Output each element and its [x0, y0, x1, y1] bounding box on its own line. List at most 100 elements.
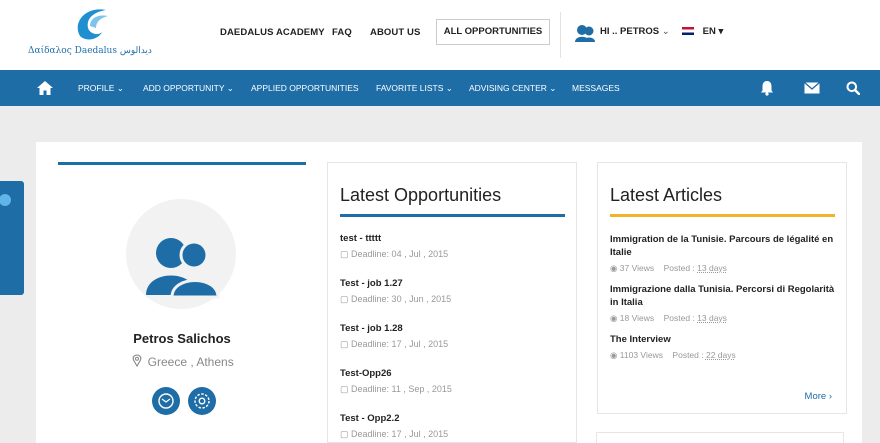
latest-opportunities-title: Latest Opportunities [340, 185, 502, 205]
message-icon [158, 393, 174, 409]
all-opportunities-button[interactable]: ALL OPPORTUNITIES [436, 19, 550, 45]
logo-icon [77, 9, 108, 40]
calendar-icon: ▢ [340, 294, 349, 304]
list-item[interactable]: Test-Opp26 ▢ Deadline: 11 , Sep , 2015 [340, 368, 570, 413]
nav-add-opportunity-label: ADD OPPORTUNITY [143, 83, 225, 93]
calendar-icon: ▢ [340, 249, 349, 259]
posted-label: Posted : [663, 313, 695, 323]
list-item[interactable]: Test - job 1.27 ▢ Deadline: 30 , Jun , 2… [340, 278, 570, 323]
nav-favorite-lists-label: FAVORITE LISTS [376, 83, 444, 93]
caret-down-icon: ▾ [718, 26, 724, 37]
posted-label: Posted : [672, 350, 704, 360]
user-avatar-icon[interactable] [574, 22, 596, 44]
nav-faq[interactable]: FAQ [332, 27, 352, 38]
eye-icon: ◉ [610, 263, 618, 273]
title-underline [610, 214, 835, 217]
title-underline [340, 214, 565, 217]
opportunity-deadline: ▢ Deadline: 17 , Jul , 2015 [340, 429, 570, 440]
deadline-text: Deadline: 04 , Jul , 2015 [351, 249, 449, 259]
article-title: Immigrazione dalla Tunisia. Percorsi di … [610, 284, 835, 308]
opportunity-deadline: ▢ Deadline: 30 , Jun , 2015 [340, 294, 570, 305]
article-views: 18 Views [619, 313, 655, 323]
posted-label: Posted : [663, 263, 695, 273]
posted-time: 22 days [705, 350, 736, 360]
chevron-right-icon: › [826, 391, 832, 402]
nav-profile-label: PROFILE [78, 83, 115, 93]
article-meta: ◉ 18 Views Posted : 13 days [610, 313, 842, 324]
opportunity-title: Test - job 1.28 [340, 323, 403, 334]
header-divider [560, 12, 561, 58]
posted-time: 13 days [697, 313, 727, 323]
user-menu[interactable]: HI .. PETROS ⌄ [600, 26, 670, 37]
site-logo[interactable]: Δαίδαλος Daedalus دیدالوس [28, 6, 158, 62]
nav-applied-opportunities[interactable]: APPLIED OPPORTUNITIES [251, 70, 359, 106]
more-label: More [804, 391, 827, 402]
user-avatar-icon [146, 238, 220, 299]
widget-icon [0, 194, 11, 206]
chevron-down-icon: ⌄ [661, 26, 670, 37]
posted-time: 13 days [697, 263, 727, 273]
opportunity-list: test - ttttt ▢ Deadline: 04 , Jul , 2015… [340, 233, 570, 443]
list-item[interactable]: Immigrazione dalla Tunisia. Percorsi di … [610, 283, 842, 324]
message-button[interactable] [152, 387, 180, 415]
nav-favorite-lists[interactable]: FAVORITE LISTS ⌄ [376, 70, 453, 106]
eye-icon: ◉ [610, 350, 618, 360]
language-label: EN [702, 26, 716, 37]
profile-name: Petros Salichos [133, 331, 231, 346]
profile-location: Greece , Athens [58, 354, 306, 369]
bell-icon[interactable] [760, 80, 774, 96]
opportunity-title: test - ttttt [340, 233, 382, 244]
logo-text: Δαίδαλος Daedalus دیدالوس [28, 46, 152, 56]
nav-messages[interactable]: MESSAGES [572, 70, 620, 106]
location-icon [132, 354, 142, 368]
top-header: Δαίδαλος Daedalus دیدالوس DAEDALUS ACADE… [0, 0, 880, 70]
side-feedback-tab[interactable] [0, 181, 24, 295]
deadline-text: Deadline: 11 , Sep , 2015 [351, 384, 452, 394]
settings-button[interactable] [188, 387, 216, 415]
latest-opportunities-card: Latest Opportunities test - ttttt ▢ Dead… [327, 162, 577, 443]
nav-add-opportunity[interactable]: ADD OPPORTUNITY ⌄ [143, 70, 234, 106]
avatar [126, 199, 236, 309]
latest-articles-card: Latest Articles Immigration de la Tunisi… [597, 162, 847, 414]
flag-icon [682, 27, 694, 36]
next-card [596, 432, 844, 443]
calendar-icon: ▢ [340, 429, 349, 439]
list-item[interactable]: The Interview ◉ 1103 Views Posted : 22 d… [610, 333, 842, 361]
home-icon[interactable] [36, 80, 54, 96]
deadline-text: Deadline: 17 , Jul , 2015 [351, 339, 449, 349]
list-item[interactable]: Test - job 1.28 ▢ Deadline: 17 , Jul , 2… [340, 323, 570, 368]
opportunity-title: Test - Opp2.2 [340, 413, 400, 424]
settings-icon [194, 393, 210, 409]
language-selector[interactable]: EN ▾ [682, 26, 723, 37]
opportunity-title: Test - job 1.27 [340, 278, 403, 289]
search-icon[interactable] [846, 81, 860, 95]
opportunity-deadline: ▢ Deadline: 17 , Jul , 2015 [340, 339, 570, 350]
list-item[interactable]: test - ttttt ▢ Deadline: 04 , Jul , 2015 [340, 233, 570, 278]
article-meta: ◉ 1103 Views Posted : 22 days [610, 350, 842, 361]
nav-advising-center-label: ADVISING CENTER [469, 83, 547, 93]
opportunity-deadline: ▢ Deadline: 11 , Sep , 2015 [340, 384, 570, 395]
article-title: The Interview [610, 334, 671, 345]
opportunity-deadline: ▢ Deadline: 04 , Jul , 2015 [340, 249, 570, 260]
profile-card: Petros Salichos Greece , Athens [58, 162, 306, 443]
envelope-icon[interactable] [804, 82, 820, 94]
nav-advising-center[interactable]: ADVISING CENTER ⌄ [469, 70, 556, 106]
nav-about-us[interactable]: ABOUT US [370, 27, 420, 38]
list-item[interactable]: Test - Opp2.2 ▢ Deadline: 17 , Jul , 201… [340, 413, 570, 443]
main-navbar: PROFILE ⌄ ADD OPPORTUNITY ⌄ APPLIED OPPO… [0, 70, 880, 106]
article-meta: ◉ 37 Views Posted : 13 days [610, 263, 842, 274]
article-title: Immigration de la Tunisie. Parcours de l… [610, 234, 834, 258]
calendar-icon: ▢ [340, 339, 349, 349]
nav-profile[interactable]: PROFILE ⌄ [78, 70, 124, 106]
opportunity-title: Test-Opp26 [340, 368, 392, 379]
user-greeting: HI .. PETROS [600, 26, 660, 37]
profile-location-text: Greece , Athens [147, 355, 234, 369]
deadline-text: Deadline: 17 , Jul , 2015 [351, 429, 449, 439]
list-item[interactable]: Immigration de la Tunisie. Parcours de l… [610, 233, 842, 274]
more-articles-link[interactable]: More › [805, 391, 832, 402]
article-views: 1103 Views [619, 350, 663, 360]
nav-daedalus-academy[interactable]: DAEDALUS ACADEMY [220, 27, 325, 38]
eye-icon: ◉ [610, 313, 618, 323]
dashboard-content: Petros Salichos Greece , Athens Latest O… [36, 142, 862, 443]
deadline-text: Deadline: 30 , Jun , 2015 [351, 294, 452, 304]
